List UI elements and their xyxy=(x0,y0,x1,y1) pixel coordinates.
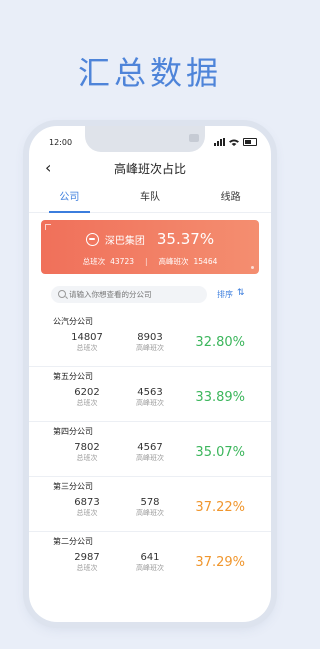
search-icon xyxy=(58,290,66,298)
list-item[interactable]: 公汽分公司 14807 总班次 8903 高峰班次 32.80% xyxy=(29,312,271,367)
total-cell: 7802 总班次 xyxy=(62,442,112,463)
group-name: 深巴集团 xyxy=(104,235,145,247)
status-icons xyxy=(214,138,257,146)
tab-route[interactable]: 线路 xyxy=(190,186,271,212)
peak-cell: 4563 高峰班次 xyxy=(125,387,175,408)
peak-value: 4567 xyxy=(137,442,163,453)
peak-label: 高峰班次 xyxy=(136,454,164,462)
summary-total-value: 43723 xyxy=(110,257,134,266)
company-logo-icon xyxy=(85,232,99,246)
search-box xyxy=(51,286,207,303)
total-cell: 6873 总班次 xyxy=(62,497,112,518)
peak-percent: 33.89% xyxy=(195,390,245,405)
total-value: 2987 xyxy=(74,552,100,563)
list-item[interactable]: 第三分公司 6873 总班次 578 高峰班次 37.22% xyxy=(29,477,271,532)
peak-cell: 8903 高峰班次 xyxy=(125,332,175,353)
peak-cell: 578 高峰班次 xyxy=(125,497,175,518)
tab-company[interactable]: 公司 xyxy=(29,186,110,213)
peak-label: 高峰班次 xyxy=(136,344,164,352)
peak-label: 高峰班次 xyxy=(136,399,164,407)
peak-percent: 35.07% xyxy=(195,445,245,460)
sort-button[interactable]: 排序 xyxy=(217,289,233,300)
wifi-icon xyxy=(229,139,239,146)
peak-percent: 37.22% xyxy=(195,500,245,515)
battery-icon xyxy=(243,138,257,146)
total-value: 7802 xyxy=(74,442,100,453)
summary-separator: | xyxy=(144,257,148,266)
company-name: 公汽分公司 xyxy=(53,317,93,326)
total-cell: 6202 总班次 xyxy=(62,387,112,408)
tab-fleet[interactable]: 车队 xyxy=(110,186,191,212)
summary-peak-value: 15464 xyxy=(193,257,218,266)
search-input[interactable] xyxy=(69,286,203,303)
page-title: 高峰班次占比 xyxy=(113,162,186,176)
total-label: 总班次 xyxy=(76,454,98,462)
peak-percent: 32.80% xyxy=(195,335,245,350)
summary-percent: 35.37% xyxy=(156,230,215,248)
total-cell: 14807 总班次 xyxy=(62,332,112,353)
peak-value: 578 xyxy=(140,497,160,508)
peak-label: 高峰班次 xyxy=(136,509,164,517)
total-label: 总班次 xyxy=(76,344,98,352)
status-bar: 12:00 xyxy=(43,138,257,150)
nav-bar: ‹ 高峰班次占比 xyxy=(29,156,271,182)
peak-value: 8903 xyxy=(137,332,163,343)
summary-header: 深巴集团 35.37% xyxy=(41,230,259,248)
peak-value: 4563 xyxy=(137,387,163,398)
peak-cell: 4567 高峰班次 xyxy=(125,442,175,463)
signal-icon xyxy=(214,138,225,146)
phone-frame: 12:00 ‹ 高峰班次占比 公司 车队 线路 深巴集团 35.37% 总班次 … xyxy=(29,126,271,622)
peak-label: 高峰班次 xyxy=(136,564,164,572)
company-list: 公汽分公司 14807 总班次 8903 高峰班次 32.80% 第五分公司 620… xyxy=(29,312,271,586)
total-value: 6202 xyxy=(74,387,100,398)
company-name: 第四分公司 xyxy=(53,427,93,436)
company-name: 第三分公司 xyxy=(53,482,93,491)
total-label: 总班次 xyxy=(76,509,98,517)
summary-total-label: 总班次 xyxy=(82,257,106,266)
summary-peak-label: 高峰班次 xyxy=(158,257,189,266)
total-value: 14807 xyxy=(71,332,103,343)
total-cell: 2987 总班次 xyxy=(62,552,112,573)
summary-card: 深巴集团 35.37% 总班次 43723 | 高峰班次 15464 xyxy=(41,220,259,274)
peak-cell: 641 高峰班次 xyxy=(125,552,175,573)
total-label: 总班次 xyxy=(76,564,98,572)
total-value: 6873 xyxy=(74,497,100,508)
list-item[interactable]: 第四分公司 7802 总班次 4567 高峰班次 35.07% xyxy=(29,422,271,477)
tab-bar: 公司 车队 线路 xyxy=(29,186,271,213)
total-label: 总班次 xyxy=(76,399,98,407)
list-item[interactable]: 第五分公司 6202 总班次 4563 高峰班次 33.89% xyxy=(29,367,271,422)
summary-stats: 总班次 43723 | 高峰班次 15464 xyxy=(41,256,259,267)
company-name: 第二分公司 xyxy=(53,537,93,546)
company-name: 第五分公司 xyxy=(53,372,93,381)
peak-value: 641 xyxy=(140,552,160,563)
status-time: 12:00 xyxy=(49,138,73,147)
sort-icon[interactable]: ⇅ xyxy=(237,288,245,298)
list-item[interactable]: 第二分公司 2987 总班次 641 高峰班次 37.29% xyxy=(29,532,271,586)
search-row: 排序 ⇅ xyxy=(51,286,261,304)
promo-headline: 汇总数据 xyxy=(77,54,222,92)
peak-percent: 37.29% xyxy=(195,555,245,570)
